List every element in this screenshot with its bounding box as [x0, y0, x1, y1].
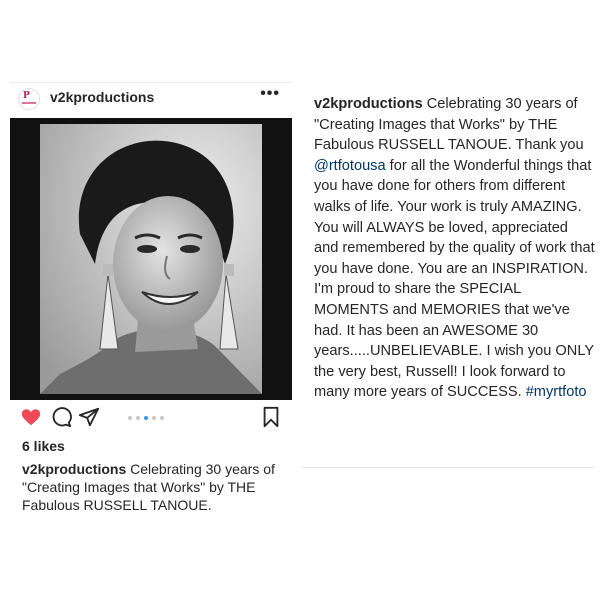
mention-link[interactable]: @rtfotousa	[314, 158, 386, 174]
post-header: P v2kproductions •••	[10, 82, 292, 116]
carousel-dot-active	[144, 416, 148, 420]
post-photo-frame[interactable]	[10, 118, 292, 400]
post-caption: v2kproductions Celebrating 30 years of "…	[22, 460, 284, 514]
share-icon[interactable]	[78, 406, 100, 428]
likes-count[interactable]: 6 likes	[22, 438, 65, 454]
avatar-monogram: P	[23, 91, 30, 101]
portrait-image	[40, 124, 262, 394]
carousel-dot	[152, 416, 156, 420]
heart-icon[interactable]	[20, 406, 42, 428]
caption-username[interactable]: v2kproductions	[22, 461, 126, 477]
post-username[interactable]: v2kproductions	[50, 89, 154, 105]
avatar-underline	[22, 102, 36, 104]
hashtag-link[interactable]: #myrtfoto	[526, 384, 587, 400]
full-caption-part2: for all the Wonderful things that you ha…	[314, 157, 595, 401]
full-caption-text: v2kproductions Celebrating 30 years of "…	[314, 94, 596, 403]
more-options-icon[interactable]: •••	[260, 85, 280, 103]
carousel-indicator	[128, 416, 164, 420]
post-action-bar	[10, 404, 292, 430]
avatar[interactable]: P	[18, 88, 40, 110]
full-caption-username[interactable]: v2kproductions	[314, 96, 423, 112]
bookmark-icon[interactable]	[260, 406, 282, 428]
comment-icon[interactable]	[50, 406, 72, 428]
carousel-dot	[136, 416, 140, 420]
instagram-post: P v2kproductions ••• 6 likes v2kproducti…	[10, 82, 292, 522]
full-caption-panel: v2kproductions Celebrating 30 years of "…	[302, 88, 596, 468]
carousel-dot	[128, 416, 132, 420]
post-photo	[40, 124, 262, 394]
carousel-dot	[160, 416, 164, 420]
